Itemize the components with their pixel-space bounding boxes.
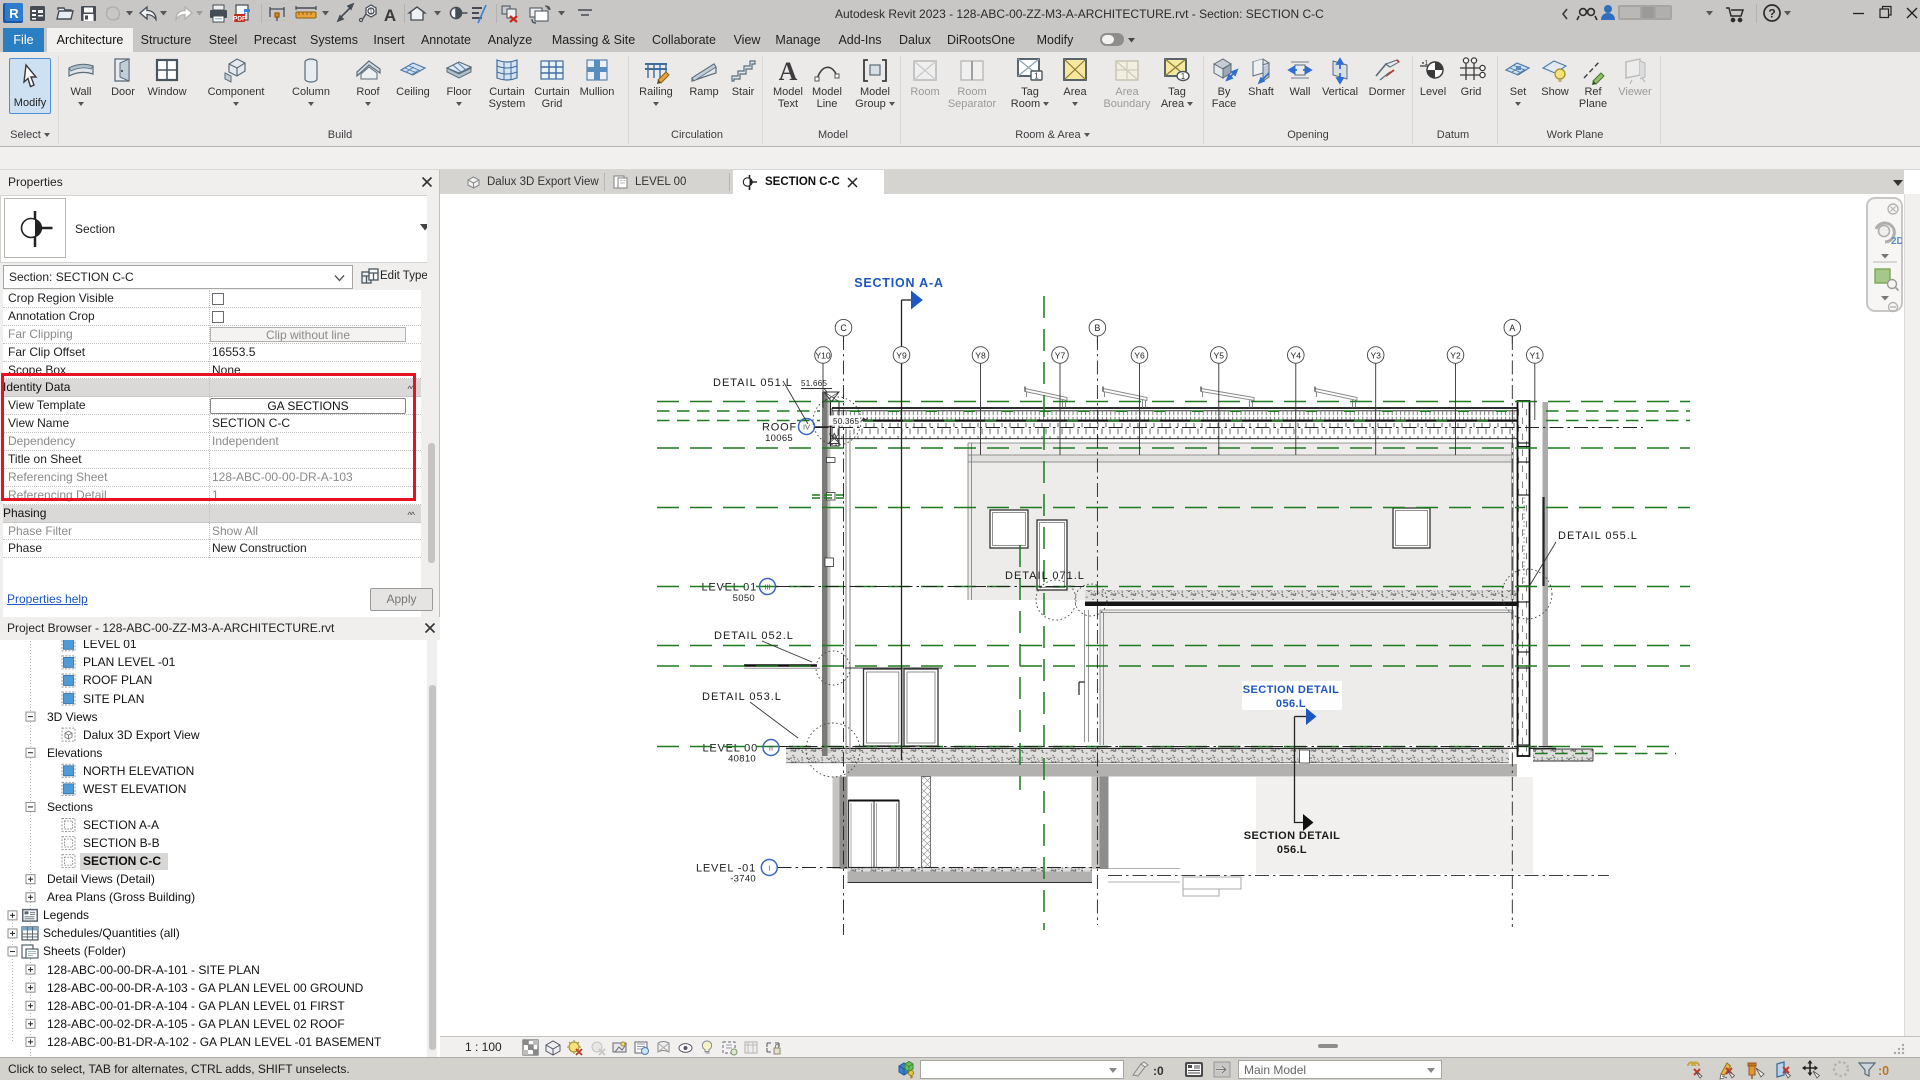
svg-text:056.L: 056.L <box>1277 844 1307 856</box>
svg-text:SECTION DETAIL: SECTION DETAIL <box>1244 830 1340 842</box>
svg-text:Y7: Y7 <box>1055 350 1066 360</box>
svg-text:PDF: PDF <box>233 16 246 23</box>
svg-text:1: 1 <box>1034 72 1039 81</box>
svg-text:Y8: Y8 <box>975 350 986 360</box>
svg-text:DETAIL 071.L: DETAIL 071.L <box>1005 570 1085 582</box>
svg-text:Y3: Y3 <box>1370 350 1381 360</box>
svg-text:?: ? <box>1768 7 1775 21</box>
svg-text:51.665: 51.665 <box>801 379 828 388</box>
svg-text:SECTION DETAIL: SECTION DETAIL <box>1243 684 1339 696</box>
svg-text:056.L: 056.L <box>1276 698 1306 710</box>
svg-text:LEVEL 01: LEVEL 01 <box>701 582 757 594</box>
svg-text:A: A <box>1509 323 1515 333</box>
svg-text:5050: 5050 <box>733 593 755 604</box>
svg-text:ROOF: ROOF <box>762 422 797 434</box>
svg-text:Y5: Y5 <box>1214 350 1225 360</box>
svg-text:B: B <box>1094 323 1100 333</box>
svg-text:Y9: Y9 <box>896 350 907 360</box>
svg-text:Y1: Y1 <box>1530 350 1541 360</box>
svg-text:Y6: Y6 <box>1134 350 1145 360</box>
svg-text:DETAIL 055.L: DETAIL 055.L <box>1558 530 1638 542</box>
svg-text:Y2: Y2 <box>1450 350 1461 360</box>
svg-text:II: II <box>769 743 773 752</box>
svg-text:DETAIL 052.L: DETAIL 052.L <box>714 630 794 642</box>
svg-text:1: 1 <box>1181 72 1186 81</box>
svg-text:R: R <box>9 6 19 21</box>
svg-text::0: :0 <box>1153 1064 1164 1078</box>
svg-text:10065: 10065 <box>765 433 793 444</box>
svg-text:40810: 40810 <box>728 754 756 765</box>
svg-text:SECTION A-A: SECTION A-A <box>854 276 944 290</box>
svg-text:Y10: Y10 <box>815 350 831 360</box>
svg-text::0: :0 <box>1878 1064 1889 1078</box>
svg-text:-3740: -3740 <box>730 874 756 885</box>
svg-text:IV: IV <box>803 422 810 431</box>
svg-text:C: C <box>840 323 847 333</box>
svg-text:III: III <box>764 582 770 591</box>
svg-text:A: A <box>384 6 396 25</box>
svg-text:DETAIL 053.L: DETAIL 053.L <box>702 691 782 703</box>
svg-text:DETAIL 051.L: DETAIL 051.L <box>713 377 793 389</box>
svg-text:Y4: Y4 <box>1291 350 1302 360</box>
svg-text:1: 1 <box>369 9 373 16</box>
svg-text:I: I <box>768 863 770 872</box>
svg-text:2D: 2D <box>1891 236 1902 247</box>
svg-text:50.365: 50.365 <box>833 417 860 426</box>
